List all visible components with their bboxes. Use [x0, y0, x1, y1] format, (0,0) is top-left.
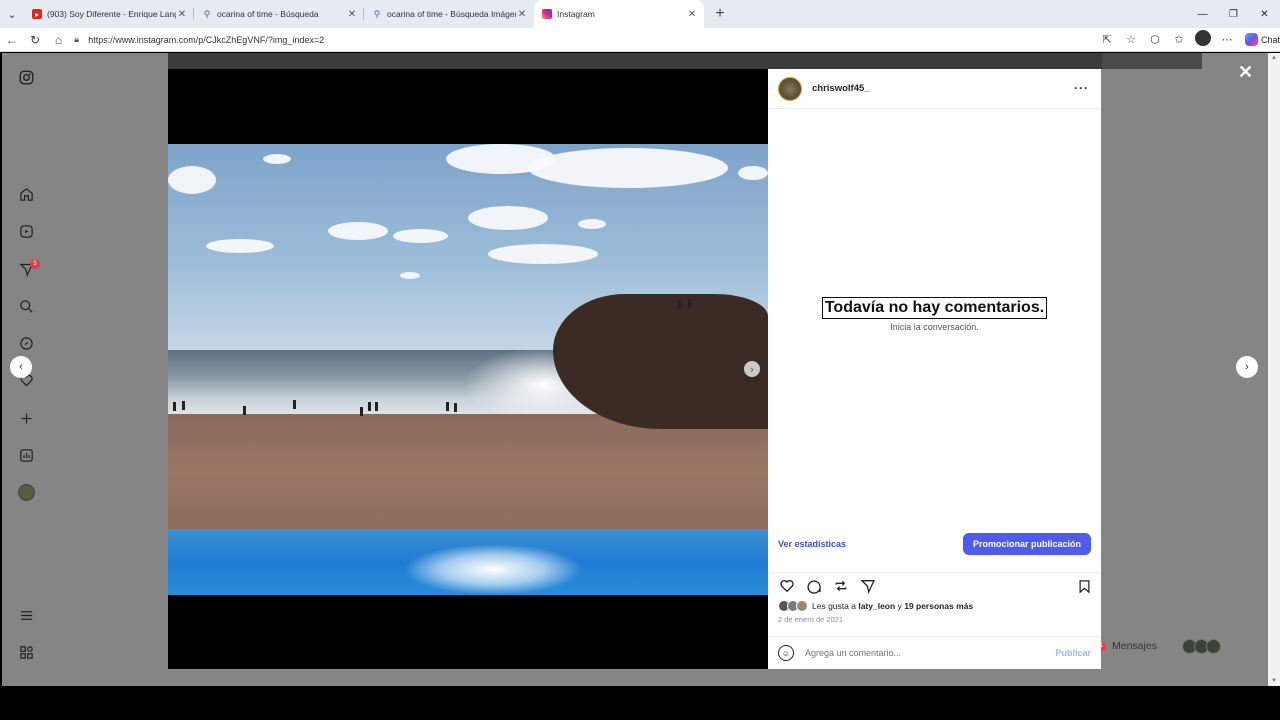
author-avatar[interactable] [778, 76, 802, 101]
share-icon[interactable] [859, 577, 877, 595]
liker-username[interactable]: laty_leon [858, 601, 895, 611]
messages-label: Mensajes [1112, 640, 1157, 652]
scroll-down-icon[interactable]: ▼ [1271, 678, 1277, 684]
emoji-icon[interactable]: ☺ [778, 645, 794, 661]
create-icon[interactable] [17, 409, 35, 427]
tab-close-icon[interactable]: ✕ [346, 9, 358, 20]
page-viewport: 5 1 Mensajes › chriswolf45_ ··· Todavía … [2, 53, 1268, 686]
tab-title: Instagram [557, 9, 595, 19]
tab-title: ocarina of time - Búsqueda Imágenes [387, 9, 516, 19]
instagram-icon [542, 9, 552, 19]
like-heart-icon[interactable] [778, 577, 796, 595]
liker-avatar [796, 600, 808, 612]
youtube-icon: ▸ [32, 9, 42, 19]
more-menu-icon[interactable]: ⋯ [1215, 33, 1239, 46]
beach-photo [168, 144, 768, 595]
dashboard-icon[interactable] [17, 446, 35, 464]
post-details-panel: chriswolf45_ ··· Todavía no hay comentar… [768, 69, 1101, 669]
add-comment-row: ☺ Publicar [768, 636, 1101, 669]
avatar [1195, 30, 1211, 46]
instagram-logo-icon[interactable] [17, 68, 35, 86]
window-controls: — ❐ ✕ [1187, 0, 1280, 28]
more-menu-icon[interactable] [17, 606, 35, 624]
notification-badge: 5 [30, 259, 40, 269]
copilot-icon [1245, 33, 1258, 46]
tab-close-icon[interactable]: ✕ [176, 9, 188, 20]
background-feed-strip [1102, 53, 1202, 69]
scroll-up-icon[interactable]: ▲ [1271, 55, 1277, 61]
save-bookmark-icon[interactable] [1075, 577, 1093, 595]
tab-list-chevron-icon[interactable]: ⌄ [0, 0, 24, 28]
favorite-star-icon[interactable]: ☆ [1119, 33, 1143, 46]
lock-icon: 🔒︎ [74, 34, 80, 44]
more-options-icon[interactable]: ··· [1074, 81, 1089, 95]
post-header: chriswolf45_ ··· [768, 69, 1101, 109]
browser-tab-image-search[interactable]: ⚲ ocarina of time - Búsqueda Imágenes ✕ [364, 0, 534, 28]
next-post-button[interactable]: › [1236, 356, 1258, 378]
publish-comment-button[interactable]: Publicar [1055, 648, 1091, 658]
extensions-icon[interactable]: ⬡ [1143, 33, 1167, 46]
promote-post-button[interactable]: Promocionar publicación [962, 533, 1091, 555]
search-icon: ⚲ [203, 8, 211, 19]
background-feed-strip [168, 53, 1104, 69]
home-icon[interactable] [17, 185, 35, 203]
tab-title: ocarina of time - Búsqueda [217, 9, 319, 19]
explore-icon[interactable] [17, 334, 35, 352]
likes-connector: y [897, 601, 902, 611]
post-date[interactable]: 2 de enero de 2021 [778, 615, 843, 624]
search-icon[interactable] [17, 297, 35, 315]
close-modal-icon[interactable]: ✕ [1238, 62, 1253, 83]
open-in-app-icon[interactable]: ⇱ [1095, 33, 1119, 46]
media-next-button[interactable]: › [744, 361, 760, 377]
likes-prefix: Les gusta a [812, 601, 856, 611]
view-insights-link[interactable]: Ver estadísticas [778, 539, 846, 549]
restore-icon[interactable]: ❐ [1218, 0, 1249, 28]
copilot-label: Chat [1261, 34, 1280, 45]
no-comments-title: Todavía no hay comentarios. [821, 297, 1048, 319]
messages-bar[interactable]: 1 Mensajes [1097, 631, 1247, 661]
refresh-icon[interactable]: ↻ [23, 28, 46, 52]
copilot-button[interactable]: Chat [1245, 33, 1280, 46]
home-icon[interactable]: ⌂ [47, 28, 70, 52]
page-scrollbar[interactable]: ▲ ▼ [1268, 53, 1280, 686]
messages-avatars [1181, 638, 1221, 654]
tab-close-icon[interactable]: ✕ [516, 9, 528, 20]
back-icon[interactable]: ← [0, 28, 23, 52]
previous-post-button[interactable]: ‹ [10, 356, 32, 378]
browser-tab-youtube[interactable]: ▸ (903) Soy Diferente - Enrique Lange ✕ [24, 0, 194, 28]
favorites-icon[interactable]: ✩ [1167, 33, 1191, 46]
insights-row: Ver estadísticas Promocionar publicación [768, 531, 1101, 557]
close-window-icon[interactable]: ✕ [1249, 0, 1280, 28]
tab-close-icon[interactable]: ✕ [686, 9, 698, 20]
profile-avatar-icon[interactable] [17, 483, 35, 501]
address-bar: ← ↻ ⌂ 🔒︎ https://www.instagram.com/p/CJk… [0, 28, 1280, 52]
tab-title: (903) Soy Diferente - Enrique Lange [47, 9, 176, 19]
no-comments-subtitle: Inicia la conversación. [890, 322, 979, 332]
new-tab-button[interactable]: + [708, 2, 732, 26]
url-text: https://www.instagram.com/p/CJkcZhEgVNF/… [88, 34, 325, 45]
profile-avatar[interactable] [1191, 30, 1215, 49]
post-actions [768, 572, 1101, 595]
repost-icon[interactable] [832, 577, 850, 595]
likes-others-link[interactable]: 19 personas más [904, 601, 973, 611]
comment-icon[interactable] [805, 577, 823, 595]
also-from-meta-icon[interactable] [17, 643, 35, 661]
author-username[interactable]: chriswolf45_ [812, 83, 870, 94]
comment-input[interactable] [805, 648, 1045, 658]
search-icon: ⚲ [373, 8, 381, 19]
post-media[interactable]: › [168, 69, 768, 669]
likes-summary: Les gusta a laty_leon y 19 personas más [778, 600, 973, 612]
reels-icon[interactable] [17, 222, 35, 240]
browser-tab-strip: ⌄ ▸ (903) Soy Diferente - Enrique Lange … [0, 0, 1280, 28]
no-comments-state: Todavía no hay comentarios. Inicia la co… [768, 297, 1101, 332]
minimize-icon[interactable]: — [1187, 0, 1218, 28]
url-field[interactable]: 🔒︎ https://www.instagram.com/p/CJkcZhEgV… [74, 30, 1089, 50]
browser-tab-search[interactable]: ⚲ ocarina of time - Búsqueda ✕ [194, 0, 364, 28]
browser-tab-instagram[interactable]: Instagram ✕ [534, 0, 704, 28]
